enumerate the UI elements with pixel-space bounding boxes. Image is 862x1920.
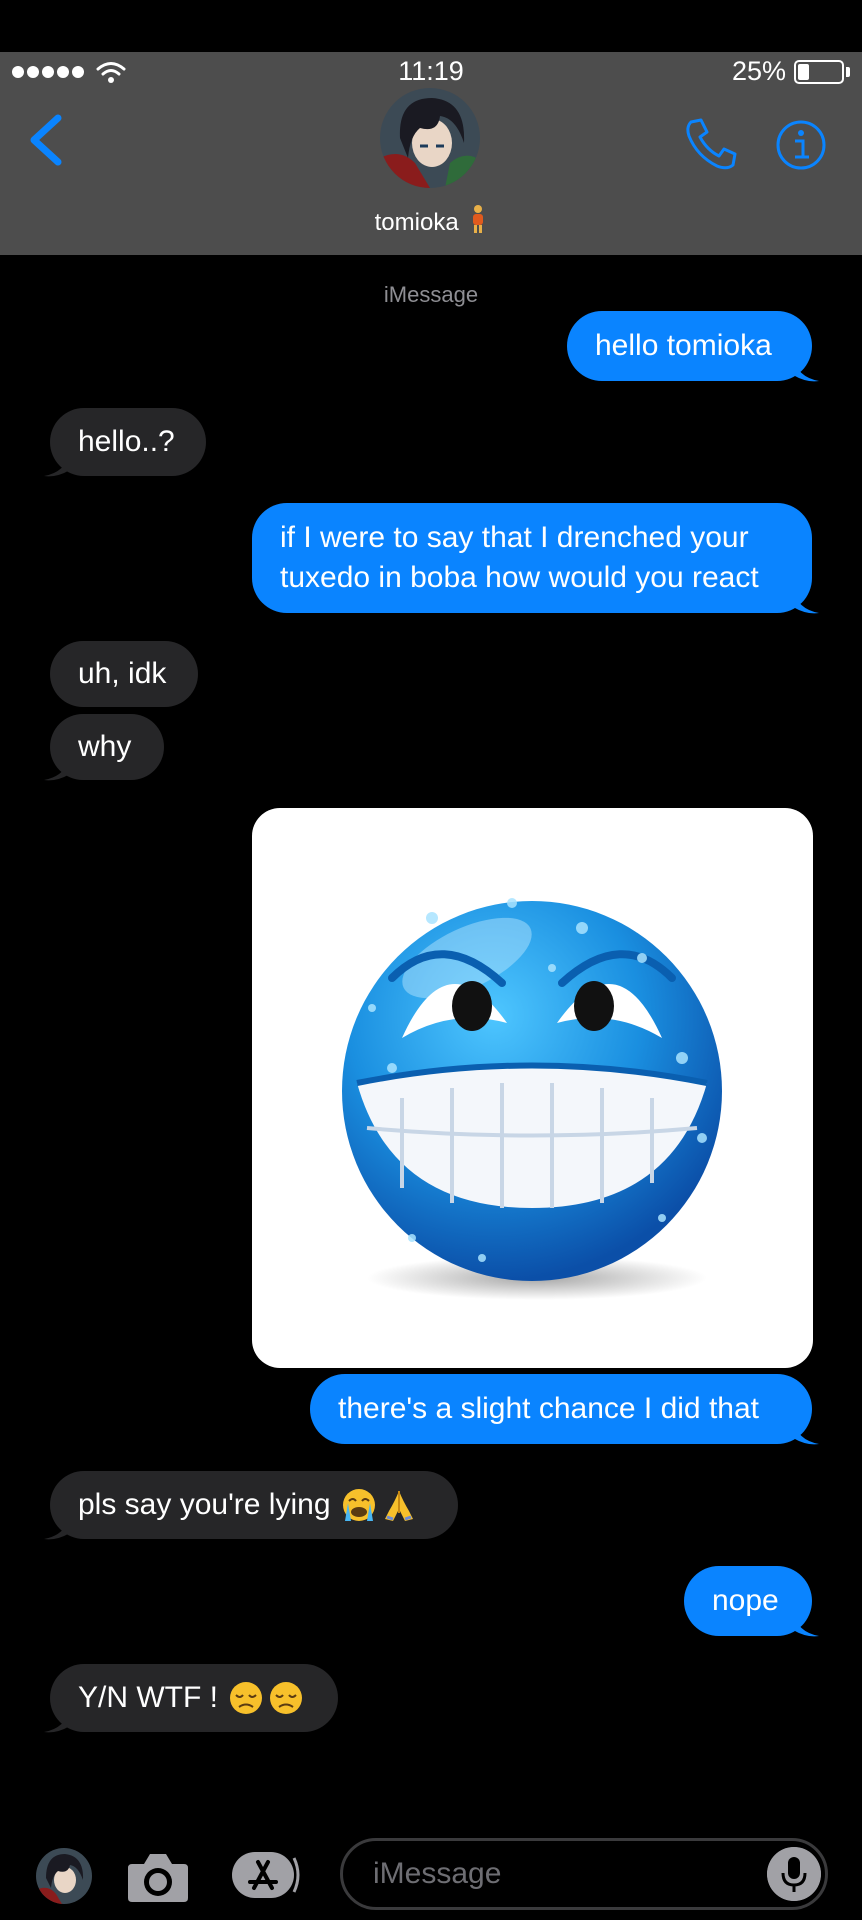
contact-avatar-image — [380, 88, 480, 188]
bubble-tail — [793, 589, 819, 614]
bubble-tail — [793, 1420, 819, 1445]
message-incoming[interactable]: Y/N WTF ! — [50, 1664, 338, 1732]
message-text: hello..? — [78, 425, 175, 458]
composer-bar: iMessage — [0, 1820, 862, 1920]
top-inset — [0, 0, 862, 52]
phone-icon[interactable] — [683, 116, 739, 172]
message-outgoing[interactable]: hello tomioka — [567, 311, 812, 381]
service-label: iMessage — [383, 282, 479, 307]
image-message[interactable] — [252, 808, 813, 1368]
battery-percent: 25% — [732, 56, 787, 86]
app-store-icon[interactable] — [232, 1850, 302, 1900]
message-incoming[interactable]: uh, idk — [50, 641, 198, 707]
bubble-tail — [44, 1515, 70, 1540]
message-text: there's a slight chance I did that — [338, 1392, 759, 1425]
message-text: why — [78, 730, 132, 763]
battery-icon — [794, 60, 844, 84]
microphone-icon[interactable] — [767, 1847, 821, 1901]
message-text: pls say you're lying — [78, 1488, 331, 1521]
disappointed-face-emoji-icon — [269, 1682, 302, 1714]
message-incoming[interactable]: hello..? — [50, 408, 206, 476]
message-text: hello tomioka — [595, 329, 772, 362]
bubble-tail — [793, 357, 819, 382]
message-text: Y/N WTF ! — [78, 1681, 218, 1714]
message-outgoing[interactable]: there's a slight chance I did that — [310, 1374, 812, 1444]
message-text: nope — [712, 1584, 779, 1617]
message-incoming[interactable]: pls say you're lying — [50, 1471, 458, 1539]
battery-level-fill — [798, 64, 809, 80]
message-input-placeholder: iMessage — [373, 1857, 502, 1890]
contact-name-row[interactable]: tomioka — [0, 204, 862, 237]
memoji-avatar-button[interactable] — [36, 1848, 92, 1904]
loudly-crying-face-emoji-icon — [342, 1489, 375, 1521]
bubble-tail — [44, 756, 70, 781]
folded-hands-emoji-icon — [384, 1491, 413, 1521]
disappointed-face-emoji-icon — [229, 1682, 262, 1714]
camera-icon[interactable] — [126, 1850, 190, 1904]
battery-tip — [846, 67, 850, 77]
back-chevron-icon[interactable] — [24, 112, 68, 168]
person-standing-emoji-icon — [473, 205, 484, 233]
message-input[interactable]: iMessage — [340, 1838, 828, 1910]
avatar-image — [36, 1848, 92, 1904]
bubble-tail — [44, 1708, 70, 1733]
contact-avatar[interactable] — [380, 88, 480, 188]
contact-name: tomioka — [374, 209, 459, 236]
message-text: uh, idk — [78, 657, 167, 690]
bubble-tail — [793, 1612, 819, 1637]
message-text-line: if I were to say that I drenched your — [280, 521, 749, 554]
info-icon[interactable] — [775, 119, 827, 171]
blue-grinning-sweating-emoji-image — [342, 898, 722, 1300]
message-outgoing[interactable]: if I were to say that I drenched your tu… — [252, 503, 812, 613]
message-text-line: tuxedo in boba how would you react — [280, 561, 759, 594]
status-bar: 11:19 25% — [0, 52, 862, 92]
bubble-tail — [44, 452, 70, 477]
